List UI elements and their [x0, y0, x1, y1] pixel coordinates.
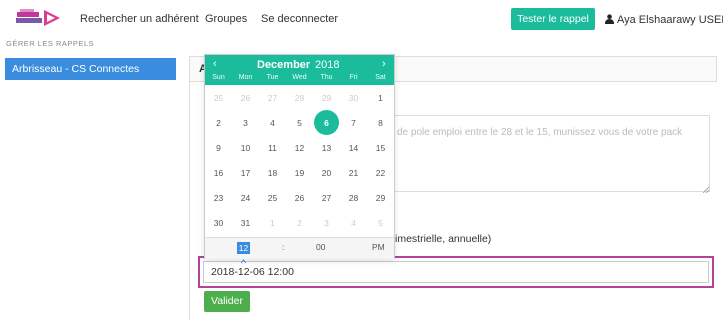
- sidebar-title: GÉRER LES RAPPELS: [6, 39, 95, 48]
- weekday-label: Wed: [292, 74, 307, 81]
- date-input[interactable]: 2018-12-06 12:00: [203, 261, 709, 283]
- next-month-button[interactable]: ›: [382, 58, 386, 70]
- weekday-label: Tue: [266, 74, 279, 81]
- day-cell[interactable]: 25: [259, 185, 286, 211]
- day-cell[interactable]: 4: [259, 110, 286, 136]
- message-text: de pole emploi entre le 28 et le 15, mun…: [397, 127, 683, 138]
- nav-link-search-member[interactable]: Rechercher un adhérent: [80, 13, 199, 25]
- datepicker-header: ‹ December 2018 › Sun Mon Tue Wed Thu Fr…: [205, 55, 394, 85]
- datepicker-month[interactable]: December: [257, 59, 310, 71]
- weekday-label: Thu: [320, 74, 333, 81]
- user-icon: [605, 14, 614, 24]
- time-separator: :: [282, 242, 285, 252]
- chevron-up-icon[interactable]: [240, 255, 247, 264]
- day-cell[interactable]: 15: [367, 135, 394, 161]
- weekday-label: Sat: [375, 74, 386, 81]
- date-field-highlight: 2018-12-06 12:00: [198, 256, 714, 288]
- day-cell[interactable]: 22: [367, 160, 394, 186]
- day-cell[interactable]: 21: [340, 160, 367, 186]
- ampm-toggle[interactable]: PM: [372, 242, 385, 252]
- submit-button[interactable]: Valider: [204, 291, 250, 312]
- day-cell[interactable]: 29: [367, 185, 394, 211]
- datepicker-year[interactable]: 2018: [315, 59, 339, 71]
- top-navbar: Rechercher un adhérent Groupes Se deconn…: [0, 0, 723, 36]
- day-cell[interactable]: 18: [259, 160, 286, 186]
- day-cell[interactable]: 14: [340, 135, 367, 161]
- test-reminder-button[interactable]: Tester le rappel: [511, 8, 595, 30]
- minute-field[interactable]: 00: [316, 242, 325, 252]
- prev-month-button[interactable]: ‹: [213, 58, 217, 70]
- day-cell[interactable]: 12: [286, 135, 313, 161]
- day-cell[interactable]: 27: [259, 85, 286, 111]
- day-cell[interactable]: 3: [232, 110, 259, 136]
- day-cell[interactable]: 28: [340, 185, 367, 211]
- day-cell[interactable]: 10: [232, 135, 259, 161]
- sidebar-item-arbrisseau[interactable]: Arbrisseau - CS Connectes: [5, 58, 176, 80]
- day-cell[interactable]: 30: [205, 210, 232, 236]
- day-cell[interactable]: 24: [232, 185, 259, 211]
- day-cell[interactable]: 25: [205, 85, 232, 111]
- weekday-label: Mon: [238, 74, 253, 81]
- datepicker: ‹ December 2018 › Sun Mon Tue Wed Thu Fr…: [204, 54, 395, 259]
- day-cell[interactable]: 27: [313, 185, 340, 211]
- day-cell[interactable]: 31: [232, 210, 259, 236]
- day-cell[interactable]: 20: [313, 160, 340, 186]
- user-name: Aya Elshaarawy USER: [617, 14, 723, 26]
- day-cell[interactable]: 30: [340, 85, 367, 111]
- day-cell[interactable]: 2: [205, 110, 232, 136]
- nav-link-logout[interactable]: Se deconnecter: [261, 13, 338, 25]
- day-cell[interactable]: 3: [313, 210, 340, 236]
- day-cell[interactable]: 19: [286, 160, 313, 186]
- brand-logo[interactable]: [14, 8, 62, 28]
- day-cell[interactable]: 2: [286, 210, 313, 236]
- day-cell[interactable]: 11: [259, 135, 286, 161]
- day-cell[interactable]: 1: [367, 85, 394, 111]
- day-cell-selected[interactable]: 6: [313, 110, 340, 136]
- day-cell[interactable]: 29: [313, 85, 340, 111]
- periodicity-label: imestrielle, annuelle): [395, 233, 492, 245]
- user-menu[interactable]: Aya Elshaarawy USER: [605, 13, 723, 26]
- datepicker-days: 25 26 27 28 29 30 1 2 3 4 5 6 7 8 9 10 1…: [205, 85, 394, 237]
- day-cell[interactable]: 28: [286, 85, 313, 111]
- day-cell[interactable]: 4: [340, 210, 367, 236]
- day-cell[interactable]: 17: [232, 160, 259, 186]
- day-cell[interactable]: 9: [205, 135, 232, 161]
- weekday-label: Fri: [349, 74, 358, 81]
- day-cell[interactable]: 5: [367, 210, 394, 236]
- day-cell[interactable]: 5: [286, 110, 313, 136]
- day-cell[interactable]: 23: [205, 185, 232, 211]
- day-cell[interactable]: 8: [367, 110, 394, 136]
- day-cell[interactable]: 13: [313, 135, 340, 161]
- time-picker: 12 : 00 PM: [205, 237, 394, 259]
- day-cell[interactable]: 26: [286, 185, 313, 211]
- resize-handle-icon[interactable]: [702, 184, 710, 194]
- hour-field[interactable]: 12: [237, 242, 250, 254]
- nav-link-groups[interactable]: Groupes: [205, 13, 247, 25]
- weekday-label: Sun: [212, 74, 225, 81]
- day-cell[interactable]: 16: [205, 160, 232, 186]
- day-cell[interactable]: 26: [232, 85, 259, 111]
- day-cell[interactable]: 1: [259, 210, 286, 236]
- day-cell[interactable]: 7: [340, 110, 367, 136]
